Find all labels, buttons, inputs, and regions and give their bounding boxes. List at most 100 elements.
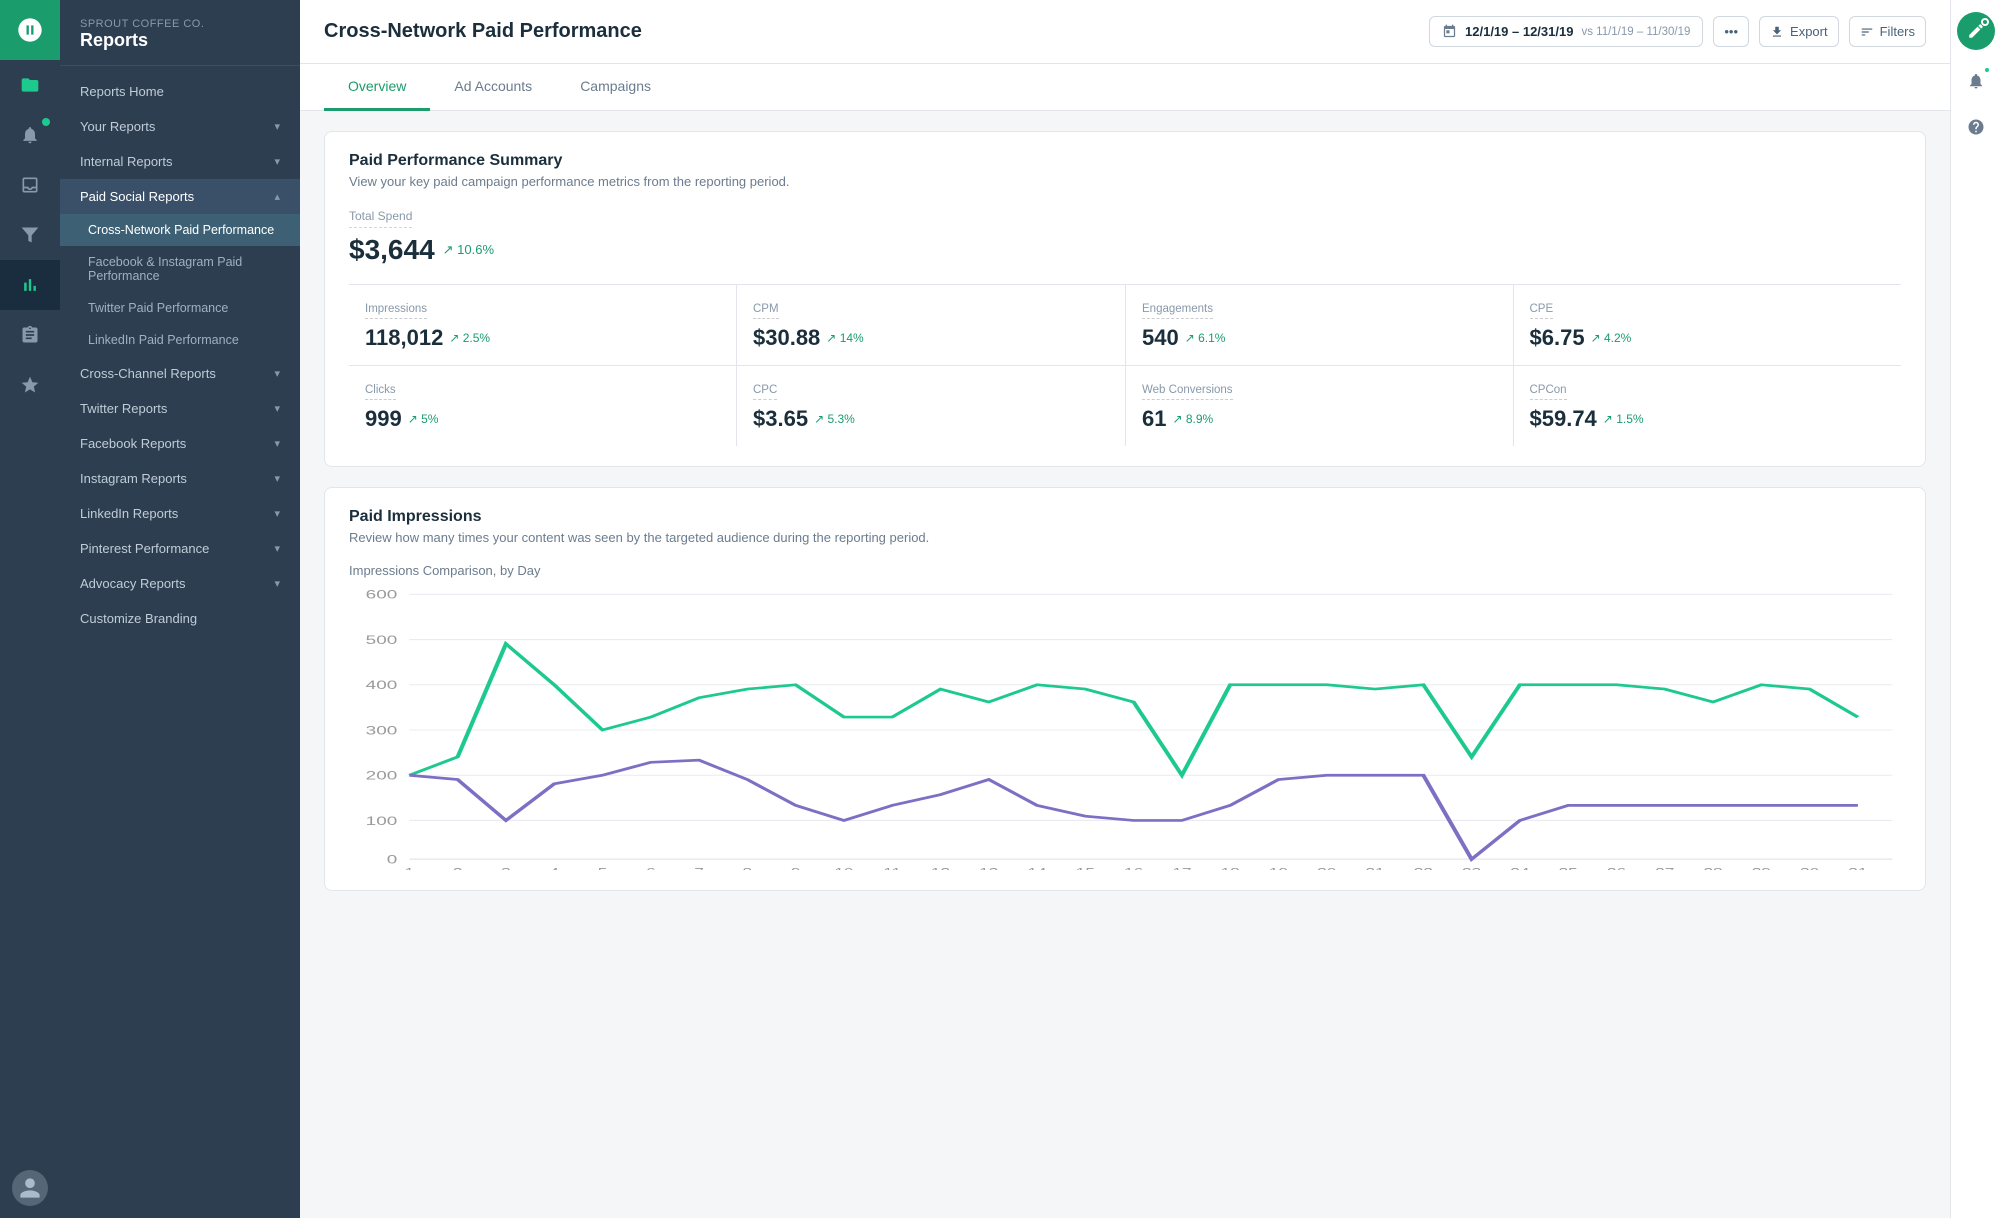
sidebar-subitem-fb-ig[interactable]: Facebook & Instagram Paid Performance: [60, 246, 300, 292]
svg-text:23: 23: [1462, 866, 1481, 870]
date-range-vs: vs 11/1/19 – 11/30/19: [1581, 26, 1690, 38]
rail-folder[interactable]: [0, 60, 60, 110]
summary-card-subtitle: View your key paid campaign performance …: [349, 174, 1901, 189]
compose-button[interactable]: [1957, 12, 1995, 50]
right-rail-help[interactable]: [1957, 108, 1995, 146]
sidebar-item-linkedin-reports[interactable]: LinkedIn Reports ▾: [60, 496, 300, 531]
notifications-dot: [1983, 66, 1991, 74]
total-spend-value: $3,644 10.6%: [349, 234, 1901, 266]
svg-text:19: 19: [1269, 866, 1288, 870]
tab-campaigns[interactable]: Campaigns: [556, 64, 675, 111]
sidebar: Sprout Coffee Co. Reports Reports Home Y…: [60, 0, 300, 1218]
svg-text:2: 2: [453, 866, 463, 870]
chevron-down-icon: ▾: [274, 542, 280, 555]
tab-ad-accounts[interactable]: Ad Accounts: [430, 64, 556, 111]
tab-overview[interactable]: Overview: [324, 64, 430, 111]
svg-text:25: 25: [1559, 866, 1578, 870]
svg-text:13: 13: [979, 866, 998, 870]
impressions-card: Paid Impressions Review how many times y…: [324, 487, 1926, 891]
svg-text:3: 3: [501, 866, 511, 870]
impressions-card-title: Paid Impressions: [349, 508, 1901, 526]
brand-logo[interactable]: [0, 0, 60, 60]
metric-web-conversions: Web Conversions 61 ↗ 8.9%: [1126, 366, 1514, 446]
chevron-down-icon: ▾: [274, 120, 280, 133]
rail-inbox[interactable]: [0, 160, 60, 210]
svg-text:27: 27: [1655, 866, 1674, 870]
rail-publishing[interactable]: [0, 210, 60, 260]
sidebar-header: Sprout Coffee Co. Reports: [60, 0, 300, 66]
sidebar-item-internal-reports[interactable]: Internal Reports ▾: [60, 144, 300, 179]
svg-text:22: 22: [1414, 866, 1433, 870]
sidebar-item-pinterest-perf[interactable]: Pinterest Performance ▾: [60, 531, 300, 566]
rail-reports[interactable]: [0, 260, 60, 310]
svg-text:7: 7: [694, 866, 704, 870]
svg-text:26: 26: [1607, 866, 1626, 870]
svg-text:5: 5: [598, 866, 608, 870]
sidebar-item-twitter-reports[interactable]: Twitter Reports ▾: [60, 391, 300, 426]
svg-text:9: 9: [791, 866, 801, 870]
sidebar-item-paid-social[interactable]: Paid Social Reports ▴: [60, 179, 300, 214]
chevron-down-icon: ▾: [274, 437, 280, 450]
filters-button[interactable]: Filters: [1849, 16, 1926, 47]
sidebar-item-reports-home[interactable]: Reports Home: [60, 74, 300, 109]
sidebar-item-instagram-reports[interactable]: Instagram Reports ▾: [60, 461, 300, 496]
svg-text:600: 600: [366, 590, 398, 602]
svg-text:30: 30: [1800, 866, 1819, 870]
impressions-chart: 600 500 400 300 200 100 0: [349, 590, 1901, 870]
topbar-actions: 12/1/19 – 12/31/19 vs 11/1/19 – 11/30/19…: [1429, 16, 1926, 47]
chevron-down-icon: ▾: [274, 367, 280, 380]
rail-tasks[interactable]: [0, 310, 60, 360]
chevron-down-icon: ▾: [274, 577, 280, 590]
rail-advocacy[interactable]: [0, 360, 60, 410]
total-spend-label: Total Spend: [349, 209, 412, 228]
sidebar-subitem-linkedin-paid[interactable]: LinkedIn Paid Performance: [60, 324, 300, 356]
sidebar-title: Reports: [80, 30, 280, 51]
sidebar-item-your-reports[interactable]: Your Reports ▾: [60, 109, 300, 144]
svg-text:400: 400: [366, 679, 398, 692]
more-options-button[interactable]: •••: [1713, 16, 1749, 47]
summary-card-title: Paid Performance Summary: [349, 152, 1901, 170]
sidebar-item-cross-channel[interactable]: Cross-Channel Reports ▾: [60, 356, 300, 391]
chevron-down-icon: ▾: [274, 507, 280, 520]
content-area: Paid Performance Summary View your key p…: [300, 111, 1950, 1218]
svg-text:17: 17: [1172, 866, 1191, 870]
svg-text:0: 0: [387, 854, 398, 867]
sidebar-subitem-twitter-paid[interactable]: Twitter Paid Performance: [60, 292, 300, 324]
chevron-down-icon: ▾: [274, 155, 280, 168]
metric-cpm: CPM $30.88 ↗ 14%: [737, 285, 1125, 365]
chevron-up-icon: ▴: [274, 190, 280, 203]
svg-text:21: 21: [1365, 866, 1384, 870]
sidebar-item-advocacy-reports[interactable]: Advocacy Reports ▾: [60, 566, 300, 601]
svg-text:12: 12: [931, 866, 950, 870]
metrics-row-3: Clicks 999 ↗ 5% CPC $3.65 ↗ 5.3%: [349, 366, 1125, 446]
summary-card: Paid Performance Summary View your key p…: [324, 131, 1926, 467]
date-picker-button[interactable]: 12/1/19 – 12/31/19 vs 11/1/19 – 11/30/19: [1429, 16, 1703, 47]
sidebar-item-customize-branding[interactable]: Customize Branding: [60, 601, 300, 636]
metric-impressions: Impressions 118,012 ↗ 2.5%: [349, 285, 737, 365]
right-rail: [1950, 0, 2000, 1218]
metric-cpc: CPC $3.65 ↗ 5.3%: [737, 366, 1125, 446]
notification-badge: [42, 118, 50, 126]
metric-cpe: CPE $6.75 ↗ 4.2%: [1514, 285, 1902, 365]
tabs-bar: Overview Ad Accounts Campaigns: [300, 64, 1950, 111]
metrics-grid: Impressions 118,012 ↗ 2.5% CPM $30.88 ↗ …: [349, 284, 1901, 446]
compose-notification: [1981, 18, 1989, 26]
metrics-row-4: Web Conversions 61 ↗ 8.9% CPCon $59.74 ↗…: [1126, 366, 1901, 446]
right-rail-notifications[interactable]: [1957, 62, 1995, 100]
metric-cpcon: CPCon $59.74 ↗ 1.5%: [1514, 366, 1902, 446]
icon-rail: [0, 0, 60, 1218]
svg-text:16: 16: [1124, 866, 1143, 870]
svg-text:100: 100: [366, 815, 398, 828]
chevron-down-icon: ▾: [274, 472, 280, 485]
svg-text:8: 8: [743, 866, 753, 870]
sidebar-item-facebook-reports[interactable]: Facebook Reports ▾: [60, 426, 300, 461]
impressions-card-subtitle: Review how many times your content was s…: [349, 530, 1901, 545]
sidebar-subitem-cross-network[interactable]: Cross-Network Paid Performance: [60, 214, 300, 246]
export-button[interactable]: Export: [1759, 16, 1839, 47]
user-avatar[interactable]: [12, 1170, 48, 1206]
company-name: Sprout Coffee Co.: [80, 18, 280, 30]
svg-text:29: 29: [1752, 866, 1771, 870]
metrics-left: Impressions 118,012 ↗ 2.5% CPM $30.88 ↗ …: [349, 285, 1125, 446]
rail-notifications[interactable]: [0, 110, 60, 160]
svg-text:4: 4: [549, 866, 559, 870]
